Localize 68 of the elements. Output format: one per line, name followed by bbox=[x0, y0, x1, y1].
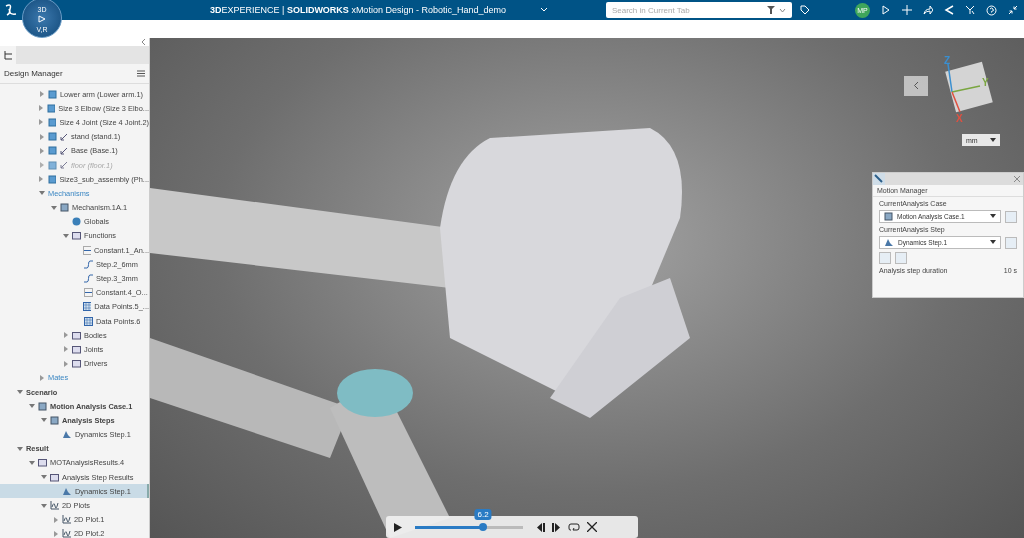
loop-button[interactable] bbox=[568, 522, 580, 532]
logo-icon bbox=[4, 3, 18, 17]
table-icon bbox=[84, 316, 93, 326]
help-icon[interactable] bbox=[986, 4, 997, 16]
constant-function-icon bbox=[84, 288, 93, 298]
collapsed-arrow-icon[interactable] bbox=[52, 530, 59, 537]
folder-icon bbox=[72, 231, 81, 241]
play-icon bbox=[38, 15, 46, 24]
plot-icon bbox=[50, 501, 59, 511]
expanded-arrow-icon[interactable] bbox=[16, 445, 23, 452]
collapsed-arrow-icon[interactable] bbox=[38, 147, 45, 154]
collapsed-arrow-icon[interactable] bbox=[52, 516, 59, 523]
close-icon[interactable] bbox=[1014, 176, 1020, 182]
expanded-arrow-icon[interactable] bbox=[50, 204, 57, 211]
collapse-icon[interactable] bbox=[1008, 5, 1018, 15]
expanded-arrow-icon[interactable] bbox=[28, 459, 35, 466]
collapsed-arrow-icon[interactable] bbox=[62, 360, 69, 367]
play-button[interactable] bbox=[394, 522, 402, 532]
app-title: 3DEXPERIENCE | SOLIDWORKS xMotion Design - Robotic_Hand_demo bbox=[210, 5, 506, 15]
tag-icon[interactable] bbox=[799, 5, 810, 15]
collapsed-arrow-icon[interactable] bbox=[38, 105, 45, 112]
collapsed-arrow-icon[interactable] bbox=[62, 332, 69, 339]
step-back-button[interactable] bbox=[536, 522, 545, 532]
tree-icon bbox=[3, 50, 13, 60]
chevron-left-icon bbox=[913, 81, 919, 90]
plus-icon[interactable] bbox=[902, 5, 912, 15]
expanded-arrow-icon[interactable] bbox=[40, 417, 47, 424]
table-icon bbox=[83, 302, 92, 312]
caret-icon bbox=[990, 240, 996, 245]
expanded-arrow-icon[interactable] bbox=[38, 190, 45, 197]
plot-icon bbox=[62, 515, 71, 525]
chevron-left-icon[interactable] bbox=[140, 38, 146, 46]
step-icon bbox=[884, 238, 894, 247]
collapsed-arrow-icon[interactable] bbox=[38, 119, 45, 126]
plot-icon bbox=[62, 529, 71, 538]
anchor-icon bbox=[60, 132, 68, 141]
collapsed-arrow-icon[interactable] bbox=[38, 133, 45, 140]
close-button[interactable] bbox=[587, 522, 597, 532]
collapsed-arrow-icon[interactable] bbox=[38, 374, 45, 381]
assembly-icon bbox=[884, 212, 893, 221]
share-icon[interactable] bbox=[923, 5, 933, 15]
expanded-arrow-icon[interactable] bbox=[28, 403, 35, 410]
step-icon bbox=[62, 430, 72, 440]
tree-tab[interactable] bbox=[0, 46, 16, 64]
search-field[interactable]: Search in Current Tab bbox=[605, 2, 792, 18]
step-icon bbox=[62, 486, 72, 496]
expanded-arrow-icon[interactable] bbox=[40, 502, 47, 509]
expanded-arrow-icon[interactable] bbox=[16, 389, 23, 396]
assembly-icon bbox=[60, 203, 69, 213]
expanded-arrow-icon[interactable] bbox=[62, 232, 69, 239]
time-bubble: 6.2 bbox=[474, 508, 492, 520]
chevron-down-icon[interactable] bbox=[539, 6, 548, 14]
anchor-icon bbox=[60, 146, 68, 155]
caret-icon bbox=[990, 214, 996, 219]
caret-icon bbox=[990, 137, 996, 143]
collapsed-arrow-icon[interactable] bbox=[38, 176, 45, 183]
step-forward-button[interactable] bbox=[552, 522, 561, 532]
collapsed-arrow-icon[interactable] bbox=[38, 91, 45, 98]
anchor-icon bbox=[60, 161, 68, 170]
globe-icon bbox=[72, 217, 81, 227]
collapsed-arrow-icon[interactable] bbox=[62, 346, 69, 353]
motion-tab-icon[interactable] bbox=[873, 173, 885, 185]
slider-thumb[interactable] bbox=[479, 522, 488, 531]
constant-function-icon bbox=[83, 245, 91, 255]
expanded-arrow-icon[interactable] bbox=[40, 474, 47, 481]
menu-icon[interactable] bbox=[137, 70, 145, 77]
panel-title: Design Manager bbox=[4, 69, 63, 78]
filter-icon[interactable] bbox=[766, 6, 775, 14]
